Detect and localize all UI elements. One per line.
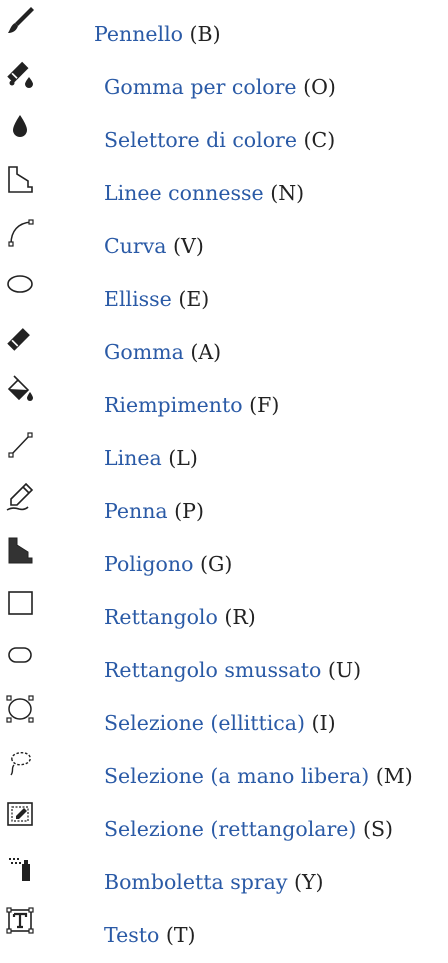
elliptical-selection-icon: [4, 693, 36, 725]
tool-link-selezione-ellittica[interactable]: Selezione (ellittica): [104, 711, 305, 735]
polygon-icon: [4, 534, 36, 566]
tool-row-text: Testo (T): [0, 901, 448, 947]
tool-link-curva[interactable]: Curva: [104, 234, 167, 258]
shortcut-key: (E): [178, 287, 210, 311]
shortcut-key: (B): [189, 22, 221, 46]
color-eraser-icon: [4, 57, 36, 89]
tool-link-ellisse[interactable]: Ellisse: [104, 287, 172, 311]
shortcut-key: (N): [270, 181, 305, 205]
shortcut-key: (T): [165, 923, 196, 947]
tool-link-gomma[interactable]: Gomma: [104, 340, 184, 364]
tool-row-color-eraser: Gomma per colore (O): [0, 53, 448, 99]
rectangular-selection-icon: [4, 799, 36, 831]
rectangle-icon: [4, 587, 36, 619]
eraser-icon: [4, 322, 36, 354]
tool-link-selezione-a-mano-libera[interactable]: Selezione (a mano libera): [104, 764, 369, 788]
tool-link-selezione-rettangolare[interactable]: Selezione (rettangolare): [104, 817, 356, 841]
tool-link-penna[interactable]: Penna: [104, 499, 168, 523]
shortcut-key: (P): [174, 499, 204, 523]
tool-link-linea[interactable]: Linea: [104, 446, 162, 470]
spray-can-icon: [4, 852, 36, 884]
shortcut-key: (G): [199, 552, 233, 576]
tool-link-selettore-di-colore[interactable]: Selettore di colore: [104, 128, 297, 152]
fill-bucket-icon: [4, 375, 36, 407]
shortcut-key: (Y): [294, 870, 324, 894]
brush-icon: [4, 4, 36, 36]
tool-link-rettangolo-smussato[interactable]: Rettangolo smussato: [104, 658, 321, 682]
tool-row-pen: Penna (P): [0, 477, 448, 523]
shortcut-key: (R): [224, 605, 256, 629]
tool-row-rounded-rectangle: Rettangolo smussato (U): [0, 636, 448, 682]
shortcut-key: (A): [190, 340, 222, 364]
shortcut-key: (O): [303, 75, 336, 99]
curve-icon: [4, 216, 36, 248]
tool-row-fill: Riempimento (F): [0, 371, 448, 417]
tool-link-linee-connesse[interactable]: Linee connesse: [104, 181, 264, 205]
text-icon: [4, 905, 36, 937]
shortcut-key: (V): [173, 234, 204, 258]
shortcut-key: (S): [362, 817, 393, 841]
shortcut-key: (M): [375, 764, 413, 788]
connected-lines-icon: [4, 163, 36, 195]
tool-row-rectangle: Rettangolo (R): [0, 583, 448, 629]
ellipse-icon: [4, 269, 36, 301]
shortcut-key: (U): [327, 658, 362, 682]
tool-row-elliptical-selection: Selezione (ellittica) (I): [0, 689, 448, 735]
tool-row-connected-lines: Linee connesse (N): [0, 159, 448, 205]
tool-row-curve: Curva (V): [0, 212, 448, 258]
freehand-selection-icon: [4, 746, 36, 778]
shortcut-key: (L): [168, 446, 198, 470]
shortcut-key: (C): [303, 128, 336, 152]
shortcut-key: (I): [311, 711, 336, 735]
tool-row-color-picker: Selettore di colore (C): [0, 106, 448, 152]
shortcut-key: (F): [249, 393, 280, 417]
tool-link-riempimento[interactable]: Riempimento: [104, 393, 243, 417]
tool-row-ellipse: Ellisse (E): [0, 265, 448, 311]
tool-row-eraser: Gomma (A): [0, 318, 448, 364]
tool-row-spray: Bomboletta spray (Y): [0, 848, 448, 894]
tool-link-testo[interactable]: Testo: [104, 923, 159, 947]
pen-icon: [4, 481, 36, 513]
rounded-rectangle-icon: [4, 640, 36, 672]
tool-row-line: Linea (L): [0, 424, 448, 470]
tool-row-freehand-selection: Selezione (a mano libera) (M): [0, 742, 448, 788]
tool-link-pennello[interactable]: Pennello: [94, 22, 183, 46]
tool-row-rectangular-selection: Selezione (rettangolare) (S): [0, 795, 448, 841]
tool-link-rettangolo[interactable]: Rettangolo: [104, 605, 218, 629]
tool-row-brush: Pennello (B): [0, 0, 448, 46]
tool-row-polygon: Poligono (G): [0, 530, 448, 576]
color-picker-icon: [4, 110, 36, 142]
tool-link-poligono[interactable]: Poligono: [104, 552, 193, 576]
line-icon: [4, 428, 36, 460]
tool-link-gomma-per-colore[interactable]: Gomma per colore: [104, 75, 297, 99]
tool-link-bomboletta-spray[interactable]: Bomboletta spray: [104, 870, 287, 894]
